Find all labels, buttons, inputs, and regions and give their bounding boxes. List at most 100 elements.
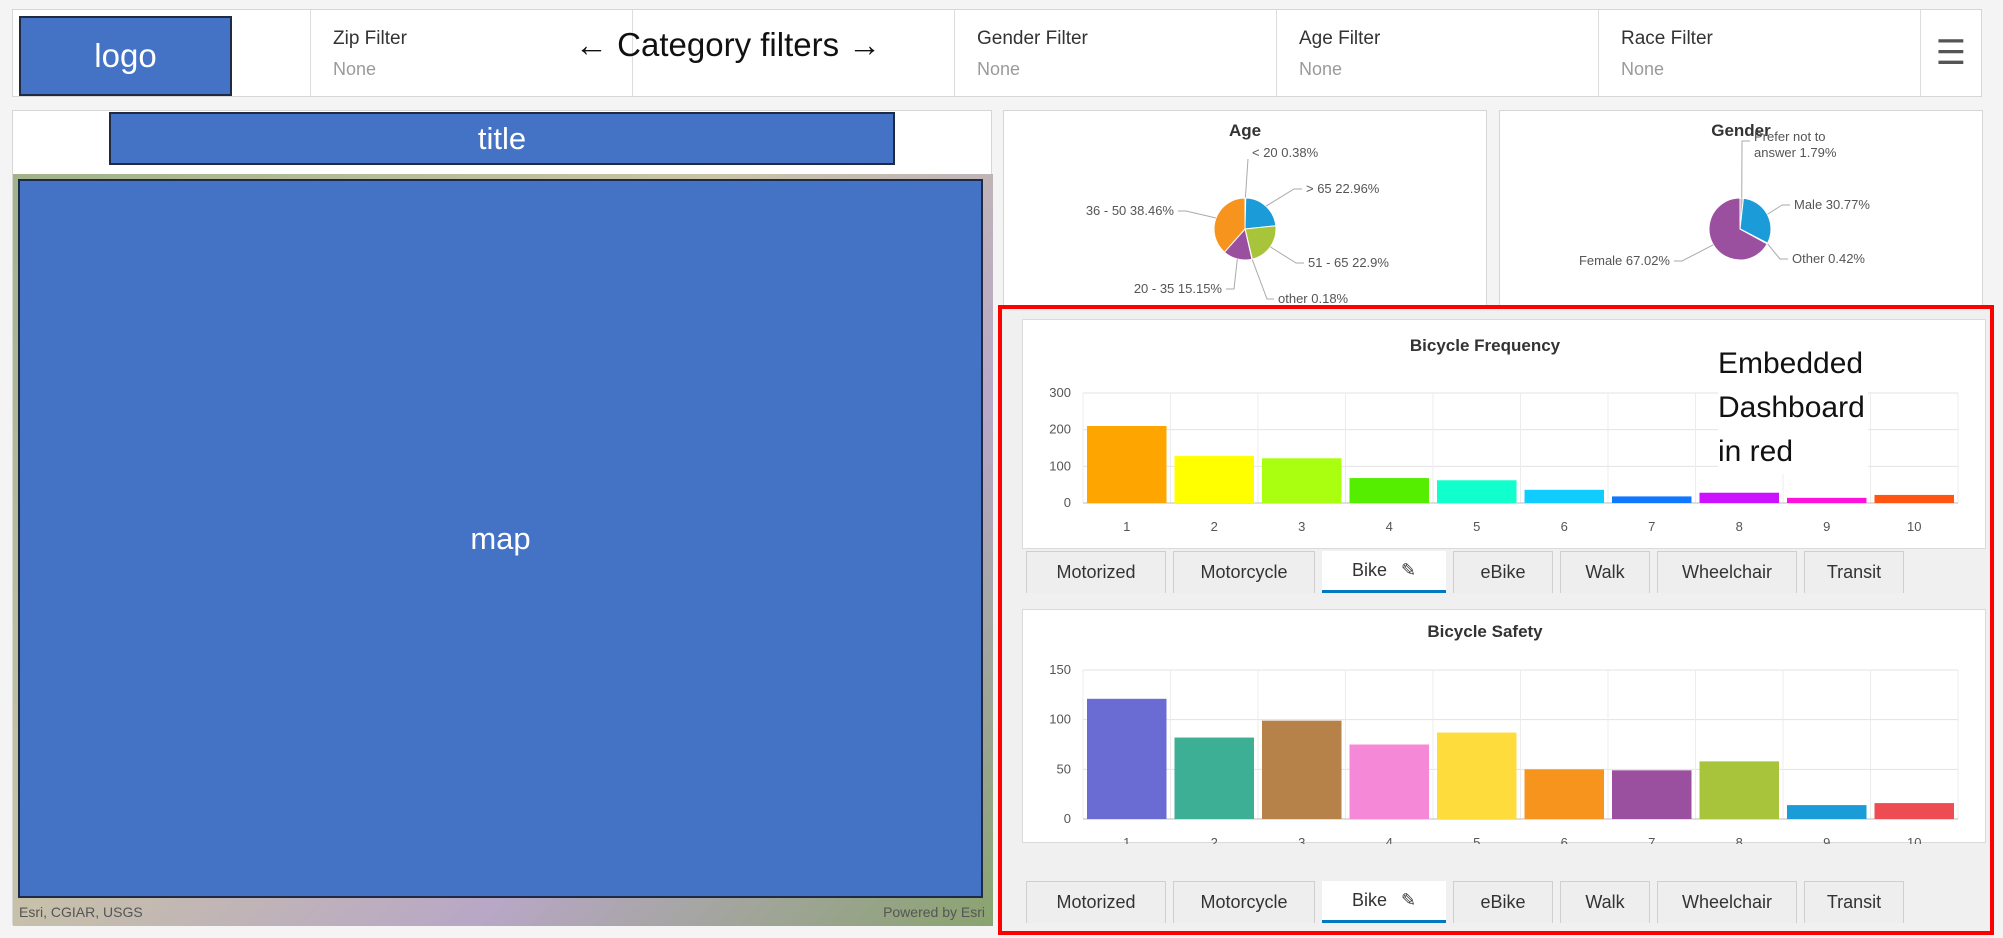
tab-transit[interactable]: Transit	[1804, 881, 1904, 923]
y-tick-label: 300	[1049, 385, 1071, 400]
tab-label: Walk	[1585, 562, 1625, 582]
pie-label: > 65 22.96%	[1306, 181, 1380, 196]
bar[interactable]	[1087, 426, 1167, 503]
tab-label: Transit	[1826, 562, 1882, 582]
bar[interactable]	[1787, 805, 1867, 819]
tab-label: Walk	[1585, 892, 1625, 912]
y-tick-label: 0	[1064, 811, 1071, 826]
tab-bike[interactable]: Bike ✎	[1322, 551, 1446, 593]
tab-label: Motorized	[1056, 562, 1136, 582]
map-attribution: Esri, CGIAR, USGS	[19, 904, 143, 920]
bar[interactable]	[1874, 803, 1955, 819]
x-tick-label: 3	[1298, 835, 1305, 844]
pie-leader-line	[1226, 258, 1238, 290]
pie-leader-line	[1767, 204, 1790, 215]
bar[interactable]	[1437, 732, 1517, 819]
bar[interactable]	[1699, 492, 1780, 503]
map-panel: title map Esri, CGIAR, USGS Powered by E…	[12, 110, 993, 926]
pencil-edit-icon[interactable]: ✎	[1401, 560, 1416, 581]
tab-label: Motorized	[1056, 892, 1136, 912]
pie-leader-line	[1270, 246, 1304, 264]
tab-label: Wheelchair	[1681, 892, 1773, 912]
tab-ebike[interactable]: eBike	[1453, 551, 1553, 593]
gender-filter-value: None	[977, 59, 1021, 79]
tab-label: Bike	[1351, 890, 1387, 910]
x-tick-label: 1	[1123, 519, 1130, 534]
tab-motorized[interactable]: Motorized	[1026, 881, 1166, 923]
bar[interactable]	[1174, 737, 1255, 819]
tab-label: Bike	[1351, 560, 1387, 580]
x-tick-label: 7	[1648, 519, 1655, 534]
x-tick-label: 1	[1123, 835, 1130, 844]
tab-motorcycle[interactable]: Motorcycle	[1173, 551, 1315, 593]
powered-by-esri[interactable]: Powered by Esri	[883, 904, 985, 920]
x-tick-label: 4	[1386, 519, 1393, 534]
bar[interactable]	[1524, 489, 1605, 503]
bar[interactable]	[1787, 497, 1867, 503]
age-filter-value: None	[1299, 59, 1343, 79]
embedded-dashboard-frame: Bicycle Frequency 0 100 200 300 1 2 3 4 5 6 7 8 9 10 …	[998, 305, 1994, 935]
tab-walk[interactable]: Walk	[1560, 881, 1650, 923]
pie-leader-line	[1741, 140, 1750, 199]
x-tick-label: 7	[1648, 835, 1655, 844]
pie-leader-line	[1244, 158, 1249, 199]
x-tick-label: 10	[1907, 519, 1921, 534]
bar[interactable]	[1087, 698, 1167, 819]
pie-label: 36 - 50 38.46%	[1086, 203, 1175, 218]
x-tick-label: 10	[1907, 835, 1921, 844]
bar[interactable]	[1874, 494, 1955, 503]
tab-wheelchair[interactable]: Wheelchair	[1657, 881, 1797, 923]
pie-label: Other 0.42%	[1792, 251, 1865, 266]
tab-wheelchair[interactable]: Wheelchair	[1657, 551, 1797, 593]
map-placeholder[interactable]: map	[18, 179, 983, 898]
pie-label: answer 1.79%	[1754, 145, 1837, 160]
tab-bike[interactable]: Bike ✎	[1322, 881, 1446, 923]
tab-transit[interactable]: Transit	[1804, 551, 1904, 593]
pie-label: other 0.18%	[1278, 291, 1349, 306]
tab-label: Motorcycle	[1200, 562, 1288, 582]
pencil-edit-icon[interactable]: ✎	[1401, 890, 1416, 911]
bicycle-safety-panel: Bicycle Safety 0 50 100 150 1 2 3 4 5 6 7 8 9 10	[1022, 609, 1986, 844]
y-tick-label: 100	[1049, 458, 1071, 473]
transport-tabs-bottom: Motorized Motorcycle Bike ✎ eBike Walk Wheelch…	[1026, 881, 1966, 925]
age-pie-panel: Age < 20 0.38% > 65 22.96% 51 - 65 22.9% ot…	[1003, 110, 1487, 310]
x-tick-label: 4	[1386, 835, 1393, 844]
tab-walk[interactable]: Walk	[1560, 551, 1650, 593]
bar[interactable]	[1612, 770, 1692, 819]
bar[interactable]	[1349, 478, 1430, 503]
hamburger-menu-icon[interactable]: ☰	[1921, 10, 1981, 96]
tab-label: Motorcycle	[1200, 892, 1288, 912]
x-tick-label: 8	[1736, 835, 1743, 844]
pie-label: Female 67.02%	[1579, 253, 1670, 268]
x-tick-label: 3	[1298, 519, 1305, 534]
bar[interactable]	[1262, 458, 1342, 503]
tab-label: Wheelchair	[1681, 562, 1773, 582]
x-tick-label: 5	[1473, 835, 1480, 844]
tab-motorized[interactable]: Motorized	[1026, 551, 1166, 593]
logo-cell: logo	[13, 10, 311, 96]
gender-filter-label: Gender Filter	[977, 28, 1088, 49]
x-tick-label: 6	[1561, 519, 1568, 534]
x-tick-label: 8	[1736, 519, 1743, 534]
tab-ebike[interactable]: eBike	[1453, 881, 1553, 923]
bar[interactable]	[1262, 720, 1342, 819]
tab-motorcycle[interactable]: Motorcycle	[1173, 881, 1315, 923]
pie-label: Prefer not to	[1754, 129, 1826, 144]
pie-label: 51 - 65 22.9%	[1308, 255, 1389, 270]
bar[interactable]	[1612, 496, 1692, 503]
bar[interactable]	[1174, 456, 1255, 503]
age-pie-chart: < 20 0.38% > 65 22.96% 51 - 65 22.9% other …	[1086, 145, 1390, 306]
bar[interactable]	[1699, 761, 1780, 819]
y-tick-label: 150	[1049, 662, 1071, 677]
pie-label: Male 30.77%	[1794, 197, 1870, 212]
bar[interactable]	[1524, 769, 1605, 819]
x-tick-label: 6	[1561, 835, 1568, 844]
pie-label: < 20 0.38%	[1252, 145, 1319, 160]
y-tick-label: 50	[1057, 761, 1071, 776]
race-filter[interactable]: Race Filter None	[1599, 10, 1921, 96]
gender-filter[interactable]: Gender Filter None	[955, 10, 1277, 96]
title-placeholder: title	[109, 112, 895, 165]
age-filter[interactable]: Age Filter None	[1277, 10, 1599, 96]
bar[interactable]	[1437, 480, 1517, 503]
bar[interactable]	[1349, 744, 1430, 820]
